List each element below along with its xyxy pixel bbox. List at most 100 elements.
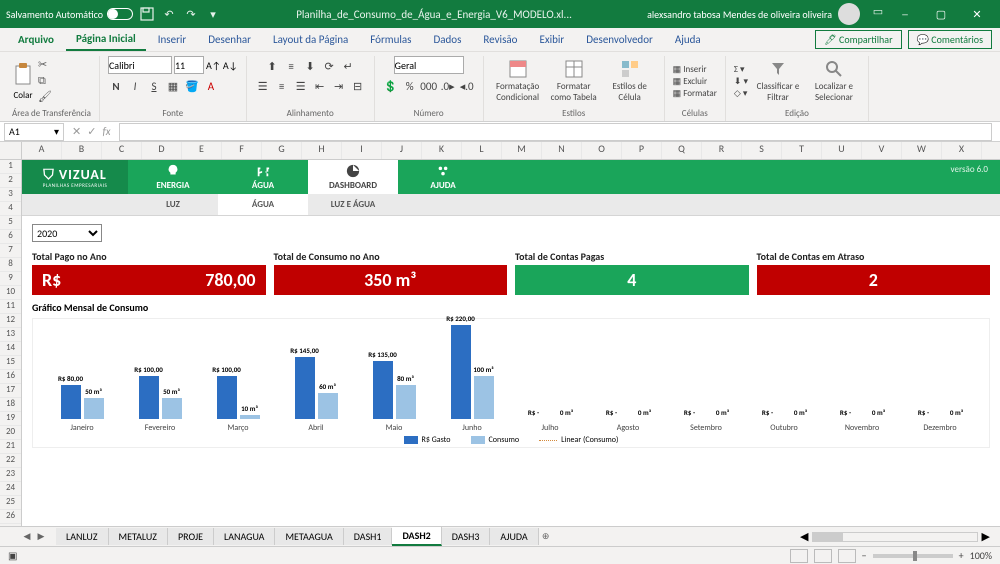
sort-filter-button[interactable]: Classificar e Filtrar [752, 59, 804, 103]
sheet-tab[interactable]: LANAGUA [214, 528, 275, 545]
row-header[interactable]: 12 [0, 314, 21, 328]
percent-icon[interactable]: % [402, 78, 418, 94]
font-size-select[interactable] [174, 56, 204, 74]
menu-tab-view[interactable]: Exibir [529, 29, 574, 50]
row-header[interactable]: 4 [0, 202, 21, 216]
align-bottom-icon[interactable]: ⬇ [302, 58, 318, 74]
menu-tab-layout[interactable]: Layout da Página [263, 29, 358, 50]
menu-tab-formulas[interactable]: Fórmulas [360, 29, 421, 50]
conditional-format-button[interactable]: Formatação Condicional [492, 59, 544, 103]
align-middle-icon[interactable]: ≡ [283, 58, 299, 74]
row-header[interactable]: 9 [0, 272, 21, 286]
sheet-prev-icon[interactable]: ◀ [20, 531, 34, 542]
row-header[interactable]: 19 [0, 412, 21, 426]
new-sheet-icon[interactable]: ⊕ [539, 531, 553, 542]
currency-icon[interactable]: 💲 [383, 78, 399, 94]
font-name-select[interactable] [108, 56, 172, 74]
increase-font-icon[interactable]: A↑ [206, 59, 221, 72]
row-header[interactable]: 5 [0, 216, 21, 230]
bold-icon[interactable]: N [108, 78, 124, 94]
align-left-icon[interactable]: ☰ [255, 78, 271, 94]
user-account[interactable]: alexsandro tabosa Mendes de oliveira oli… [647, 3, 860, 25]
border-icon[interactable]: ▦ [165, 78, 181, 94]
col-header[interactable]: F [222, 142, 262, 159]
cell-styles-button[interactable]: Estilos de Célula [604, 59, 656, 103]
zoom-in-icon[interactable]: + [959, 549, 964, 562]
dec-decimal-icon[interactable]: ◂.0 [459, 78, 475, 94]
row-header[interactable]: 21 [0, 440, 21, 454]
wrap-text-icon[interactable]: ↵ [340, 58, 356, 74]
row-header[interactable]: 6 [0, 230, 21, 244]
align-center-icon[interactable]: ≡ [274, 78, 290, 94]
nav-ajuda[interactable]: AJUDA [398, 160, 488, 194]
row-header[interactable]: 16 [0, 370, 21, 384]
comments-button[interactable]: 💬 Comentários [908, 30, 992, 49]
select-all-corner[interactable] [0, 142, 22, 159]
col-header[interactable]: X [942, 142, 982, 159]
save-icon[interactable] [139, 6, 155, 22]
menu-tab-data[interactable]: Dados [423, 29, 471, 50]
autosave-toggle[interactable]: Salvamento Automático [6, 8, 133, 21]
menu-tab-draw[interactable]: Desenhar [198, 29, 261, 50]
fill-icon[interactable]: ⬇ ▾ [734, 76, 748, 87]
sheet-tab[interactable]: AJUDA [490, 528, 538, 545]
nav-dashboard[interactable]: DASHBOARD [308, 160, 398, 194]
col-header[interactable]: B [62, 142, 102, 159]
sheet-next-icon[interactable]: ▶ [34, 531, 48, 542]
align-top-icon[interactable]: ⬆ [264, 58, 280, 74]
col-header[interactable]: R [702, 142, 742, 159]
format-painter-icon[interactable]: 🖌 [38, 90, 54, 104]
zoom-slider[interactable] [873, 554, 953, 558]
row-header[interactable]: 7 [0, 244, 21, 258]
row-header[interactable]: 23 [0, 468, 21, 482]
number-format-select[interactable] [394, 56, 464, 74]
insert-cells[interactable]: ▦ Inserir [673, 64, 717, 75]
copy-icon[interactable]: ⧉ [38, 74, 54, 88]
decrease-font-icon[interactable]: A↓ [223, 59, 238, 72]
row-header[interactable]: 26 [0, 510, 21, 524]
comma-icon[interactable]: 000 [421, 78, 437, 94]
delete-cells[interactable]: ▦ Excluir [673, 76, 717, 87]
row-header[interactable]: 25 [0, 496, 21, 510]
fill-color-icon[interactable]: 🪣 [184, 78, 200, 94]
minimize-button[interactable]: ─ [888, 3, 922, 25]
file-tab[interactable]: Arquivo [8, 29, 64, 50]
indent-dec-icon[interactable]: ⇤ [312, 78, 328, 94]
name-box[interactable]: A1▾ [4, 123, 64, 141]
row-header[interactable]: 1 [0, 160, 21, 174]
normal-view-icon[interactable] [790, 549, 808, 563]
fx-icon[interactable]: fx [102, 125, 110, 138]
row-header[interactable]: 10 [0, 286, 21, 300]
row-header[interactable]: 11 [0, 300, 21, 314]
col-header[interactable]: T [782, 142, 822, 159]
page-break-view-icon[interactable] [838, 549, 856, 563]
merge-icon[interactable]: ⊟ [350, 78, 366, 94]
col-header[interactable]: L [462, 142, 502, 159]
sheet-tab[interactable]: METALUZ [109, 528, 168, 545]
autosum-icon[interactable]: Σ ▾ [734, 64, 748, 75]
paste-button[interactable]: Colar [12, 62, 34, 101]
inc-decimal-icon[interactable]: .0▸ [440, 78, 456, 94]
subtab-luz[interactable]: LUZ [128, 194, 218, 215]
find-select-button[interactable]: Localizar e Selecionar [808, 59, 860, 103]
qa-icon[interactable]: ▾ [205, 6, 221, 22]
close-button[interactable]: ✕ [960, 3, 994, 25]
align-right-icon[interactable]: ☰ [293, 78, 309, 94]
sheet-tab[interactable]: PROJE [168, 528, 214, 545]
row-header[interactable]: 13 [0, 328, 21, 342]
indent-inc-icon[interactable]: ⇥ [331, 78, 347, 94]
row-header[interactable]: 20 [0, 426, 21, 440]
col-header[interactable]: G [262, 142, 302, 159]
row-header[interactable]: 2 [0, 174, 21, 188]
undo-icon[interactable]: ↶ [161, 6, 177, 22]
sheet-tab[interactable]: DASH1 [344, 528, 393, 545]
redo-icon[interactable]: ↷ [183, 6, 199, 22]
orientation-icon[interactable]: ⟳ [321, 58, 337, 74]
col-header[interactable]: A [22, 142, 62, 159]
col-header[interactable]: W [902, 142, 942, 159]
page-layout-view-icon[interactable] [814, 549, 832, 563]
zoom-out-icon[interactable]: − [862, 549, 867, 562]
menu-tab-insert[interactable]: Inserir [148, 29, 197, 50]
share-button[interactable]: 🖊 Compartilhar [815, 30, 902, 49]
menu-tab-help[interactable]: Ajuda [665, 29, 711, 50]
